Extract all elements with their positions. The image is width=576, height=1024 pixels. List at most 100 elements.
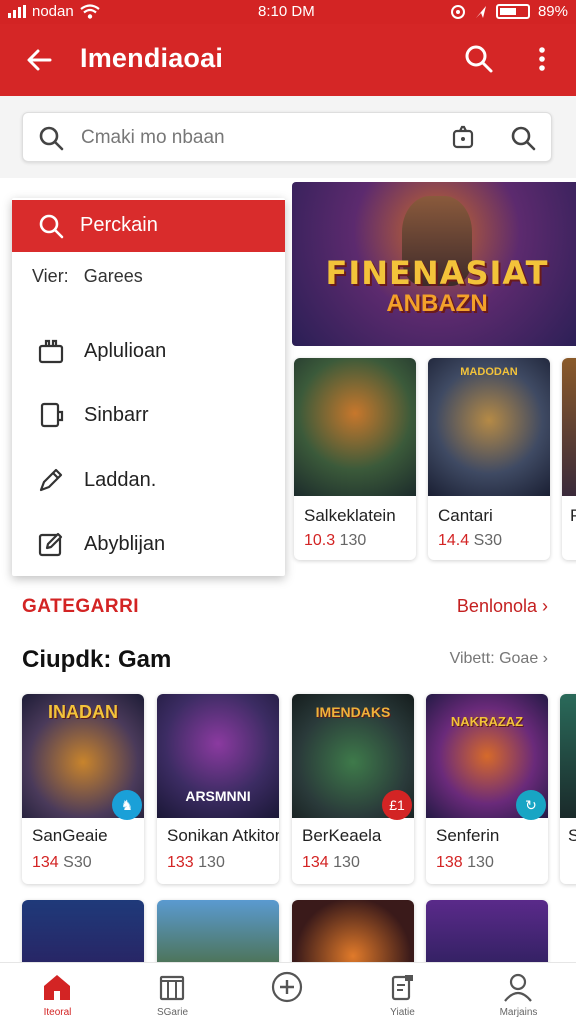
bottom-navigation: Iteoral SGarie Yiatie Marjains — [0, 962, 576, 1024]
banner-subtitle: ANBAZN — [386, 290, 488, 317]
wifi-icon — [80, 3, 100, 19]
search-submit-icon[interactable] — [509, 124, 537, 152]
game-price: 14.4 S30 — [438, 532, 503, 549]
filter-prefix: Vier: — [32, 266, 69, 286]
app-bar: Imendiaoai — [0, 24, 576, 96]
game-title: S — [568, 826, 576, 845]
refresh-badge-icon: ↻ — [516, 790, 546, 820]
thumbnail-title: IMENDAKS — [315, 704, 391, 720]
nav-label: Marjains — [499, 1007, 538, 1018]
game-title: BerKeaela — [302, 826, 382, 845]
nav-profile[interactable]: Marjains — [461, 963, 576, 1024]
profile-icon — [504, 973, 532, 1002]
carrier-label: nodan — [32, 3, 74, 20]
game-thumbnail — [294, 358, 416, 496]
platform-badge-icon: £1 — [382, 790, 412, 820]
battery-icon — [495, 4, 530, 19]
status-bar: nodan 8:10 DM 89% — [0, 0, 576, 24]
menu-item-label: Perckain — [80, 214, 158, 236]
thumbnail-title: ARSMNNI — [185, 788, 251, 804]
add-circle-icon — [271, 971, 303, 1003]
thumbnail-title: NAKRAZAZ — [450, 714, 524, 729]
game-title: P — [570, 506, 576, 525]
menu-item-label: Sinbarr — [84, 404, 149, 426]
location-icon — [475, 5, 486, 18]
thumbnail-title: MADODAN — [460, 366, 518, 378]
search-icon — [39, 126, 64, 151]
nav-notes[interactable]: Yiatie — [345, 963, 460, 1024]
game-price: 133 130 — [167, 854, 225, 871]
game-card[interactable]: IMENDAKS £1 BerKeaela 134 130 — [292, 694, 414, 884]
game-price: 138 130 — [436, 854, 494, 871]
main-content: FINENASIAT ANBAZN Salkeklatein 10.3 130 … — [0, 178, 576, 962]
page-title: Imendiaoai — [80, 43, 224, 73]
game-title: Sonikan Atkiton — [167, 826, 279, 845]
menu-item-pen[interactable]: Laddan. — [12, 453, 285, 509]
see-all-link[interactable]: Vibett: Goae › — [450, 650, 548, 668]
game-card[interactable]: Salkeklatein 10.3 130 — [294, 358, 416, 560]
filter-value: Garees — [83, 266, 143, 286]
search-icon[interactable] — [462, 42, 496, 76]
clock: 8:10 DM — [258, 3, 315, 20]
nav-library[interactable]: SGarie — [115, 963, 230, 1024]
nav-label: Yiatie — [390, 1007, 415, 1018]
nav-home[interactable]: Iteoral — [0, 963, 115, 1024]
game-thumbnail — [562, 358, 576, 496]
nav-label: SGarie — [156, 1007, 189, 1018]
categories-header: GATEGARRI Benlonola › — [0, 588, 576, 628]
game-title: Salkeklatein — [304, 506, 396, 525]
nav-add[interactable] — [230, 963, 345, 1024]
nav-label: Iteoral — [43, 1007, 72, 1018]
game-card[interactable] — [292, 900, 414, 962]
categories-link[interactable]: Benlonola › — [457, 596, 548, 617]
game-title: SanGeaie — [32, 826, 108, 845]
search-input[interactable]: Cmaki mo nbaan — [22, 112, 552, 162]
game-card[interactable]: INADAN ♞ SanGeaie 134 S30 — [22, 694, 144, 884]
banner-title: FINENASIAT — [325, 254, 549, 292]
game-card[interactable]: P — [562, 358, 576, 560]
game-title: Cantari — [438, 506, 493, 525]
game-price: 134 S30 — [32, 854, 92, 871]
game-thumbnail — [428, 358, 550, 496]
signal-icon — [8, 5, 26, 18]
game-thumbnail — [22, 900, 144, 962]
menu-item-tablet[interactable]: Sinbarr — [12, 388, 285, 444]
library-icon — [159, 975, 185, 1001]
menu-item-label: Aplulioan — [84, 340, 167, 362]
thumbnail-title: INADAN — [48, 702, 118, 722]
game-card[interactable]: S — [560, 694, 576, 884]
game-thumbnail — [157, 900, 279, 962]
menu-item-apps[interactable]: Aplulioan — [12, 324, 285, 380]
game-card[interactable] — [157, 900, 279, 962]
menu-filter-row[interactable]: Vier: Garees — [32, 266, 143, 287]
menu-item-edit[interactable]: Abyblijan — [12, 517, 285, 573]
game-card[interactable] — [22, 900, 144, 962]
more-vert-icon[interactable] — [530, 42, 554, 76]
search-icon — [39, 214, 64, 239]
scan-icon[interactable] — [449, 124, 477, 152]
game-card[interactable] — [426, 900, 548, 962]
search-area: Cmaki mo nbaan — [0, 96, 576, 178]
platform-badge-icon: ♞ — [112, 790, 142, 820]
featured-banner[interactable]: FINENASIAT ANBAZN — [292, 182, 576, 346]
game-thumbnail — [292, 900, 414, 962]
home-icon — [44, 975, 70, 1000]
game-card[interactable]: ARSMNNI Sonikan Atkiton 133 130 — [157, 694, 279, 884]
game-card[interactable]: MADODAN Cantari 14.4 S30 — [428, 358, 550, 560]
battery-percent: 89% — [537, 3, 568, 20]
menu-item-label: Laddan. — [84, 469, 157, 491]
game-thumbnail — [560, 694, 576, 818]
notes-icon — [391, 975, 413, 1001]
tablet-icon — [40, 402, 64, 428]
game-price: 10.3 130 — [304, 532, 367, 549]
back-arrow-icon[interactable] — [22, 42, 58, 78]
game-title: Senferin — [436, 826, 500, 845]
game-thumbnail — [426, 900, 548, 962]
section-title: Ciupdk: Gam — [22, 646, 172, 673]
edit-icon — [38, 532, 63, 557]
search-placeholder: Cmaki mo nbaan — [81, 127, 225, 148]
game-price: 134 130 — [302, 854, 360, 871]
game-card[interactable]: NAKRAZAZ ↻ Senferin 138 130 — [426, 694, 548, 884]
alarm-icon — [450, 4, 465, 19]
menu-item-active[interactable]: Perckain — [12, 200, 285, 252]
